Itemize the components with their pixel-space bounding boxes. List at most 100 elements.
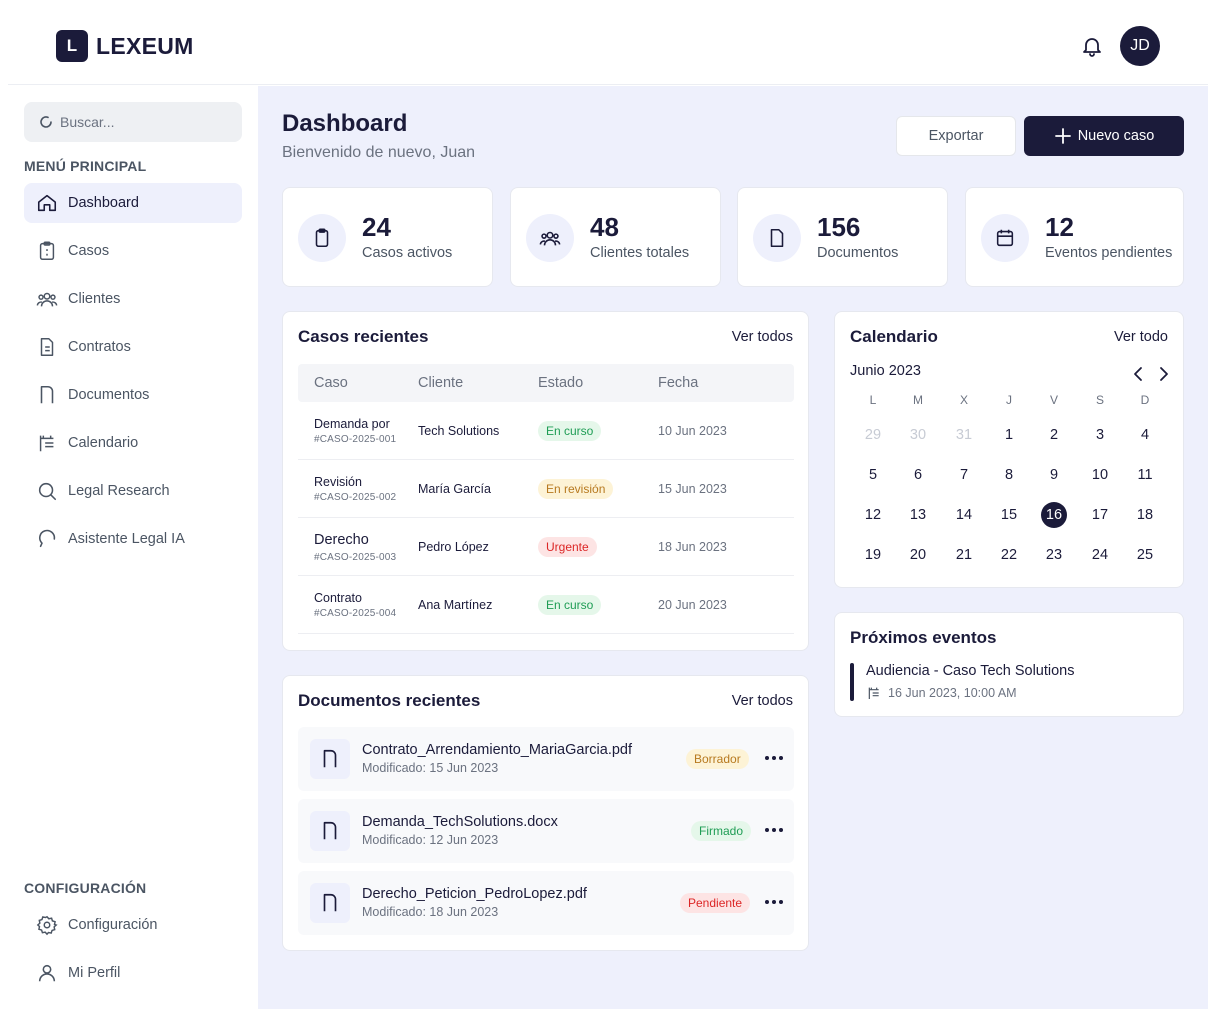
calendar-day[interactable]: 10: [1085, 462, 1115, 488]
calendar-day[interactable]: 21: [949, 542, 979, 568]
calendar-day[interactable]: 29: [858, 422, 888, 448]
stat-label: Documentos: [817, 245, 899, 261]
document-icon: [770, 228, 784, 248]
calendar-day[interactable]: 6: [903, 462, 933, 488]
case-name: Derecho: [314, 532, 369, 548]
stat-card-eventos[interactable]: 12 Eventos pendientes: [965, 187, 1184, 287]
sidebar-item-contratos[interactable]: Contratos: [24, 327, 242, 367]
home-icon: [37, 194, 57, 212]
more-options-icon[interactable]: [764, 824, 784, 836]
calendar-day[interactable]: 8: [994, 462, 1024, 488]
case-name: Demanda por: [314, 417, 390, 431]
document-row[interactable]: Demanda_TechSolutions.docx Modificado: 1…: [298, 799, 794, 863]
calendar-day[interactable]: 7: [949, 462, 979, 488]
calendar-day[interactable]: 12: [858, 502, 888, 528]
sidebar-item-label: Asistente Legal IA: [68, 531, 185, 547]
calendar-day[interactable]: 13: [903, 502, 933, 528]
sidebar-item-calendario[interactable]: Calendario: [24, 423, 242, 463]
case-id: #CASO-2025-001: [314, 434, 397, 445]
calendar-day[interactable]: 11: [1130, 462, 1160, 488]
stat-card-casos[interactable]: 24 Casos activos: [282, 187, 493, 287]
calendar-day[interactable]: 18: [1130, 502, 1160, 528]
calendar-day[interactable]: 19: [858, 542, 888, 568]
calendar-day[interactable]: 15: [994, 502, 1024, 528]
sidebar-item-label: Clientes: [68, 291, 121, 307]
calendar-view-all[interactable]: Ver todo: [1114, 329, 1168, 345]
document-name: Demanda_TechSolutions.docx: [362, 814, 558, 830]
stat-value: 156: [817, 212, 861, 242]
calendar-day[interactable]: 24: [1085, 542, 1115, 568]
case-client: María García: [418, 482, 491, 496]
case-date: 15 Jun 2023: [658, 482, 727, 496]
sidebar-item-documentos[interactable]: Documentos: [24, 375, 242, 415]
sidebar-item-label: Casos: [68, 243, 110, 259]
calendar-day[interactable]: 14: [949, 502, 979, 528]
document-row[interactable]: Contrato_Arrendamiento_MariaGarcia.pdf M…: [298, 727, 794, 791]
sidebar: Buscar... MENÚ PRINCIPAL Dashboard Casos…: [8, 86, 258, 1009]
table-row[interactable]: Derecho #CASO-2025-003 Pedro López Urgen…: [298, 518, 794, 576]
case-client: Ana Martínez: [418, 598, 493, 612]
document-row[interactable]: Derecho_Peticion_PedroLopez.pdf Modifica…: [298, 871, 794, 935]
event-title[interactable]: Audiencia - Caso Tech Solutions: [866, 663, 1075, 679]
calendar-day[interactable]: 2: [1039, 422, 1069, 448]
table-row[interactable]: Contrato #CASO-2025-004 Ana Martínez En …: [298, 576, 794, 634]
calendar-icon: [996, 229, 1014, 247]
calendar-day-today[interactable]: 16: [1041, 502, 1067, 528]
calendar-day[interactable]: 9: [1039, 462, 1069, 488]
sidebar-item-legal-research[interactable]: Legal Research: [24, 471, 242, 511]
users-icon: [539, 231, 561, 246]
case-client: Pedro López: [418, 540, 489, 554]
weekday-label: L: [869, 393, 877, 407]
chevron-right-icon[interactable]: [1156, 364, 1172, 384]
recent-cases-view-all[interactable]: Ver todos: [732, 329, 793, 345]
new-case-button[interactable]: Nuevo caso: [1024, 116, 1184, 156]
calendar-day[interactable]: 23: [1039, 542, 1069, 568]
column-header[interactable]: Fecha: [658, 375, 698, 391]
calendar-icon: [39, 435, 54, 452]
calendar-day[interactable]: 25: [1130, 542, 1160, 568]
sidebar-item-dashboard[interactable]: Dashboard: [24, 183, 242, 223]
recent-documents-view-all[interactable]: Ver todos: [732, 693, 793, 709]
column-header[interactable]: Estado: [538, 375, 583, 391]
sidebar-item-configuracion[interactable]: Configuración: [24, 905, 242, 945]
weekday-label: X: [959, 393, 968, 407]
calendar-day[interactable]: 20: [903, 542, 933, 568]
column-header[interactable]: Caso: [314, 375, 348, 391]
calendar-day[interactable]: 22: [994, 542, 1024, 568]
stat-card-clientes[interactable]: 48 Clientes totales: [510, 187, 721, 287]
calendar-month: Junio 2023: [850, 363, 921, 379]
recent-documents-title: Documentos recientes: [298, 691, 481, 710]
stat-icon-wrap: [298, 214, 346, 262]
weekday-label: M: [913, 393, 923, 407]
new-case-label: Nuevo caso: [1077, 128, 1155, 144]
column-header[interactable]: Cliente: [418, 375, 463, 391]
calendar-day[interactable]: 1: [994, 422, 1024, 448]
sidebar-item-asistente[interactable]: Asistente Legal IA: [24, 519, 242, 559]
weekday-label: V: [1049, 393, 1058, 407]
table-row[interactable]: Demanda por #CASO-2025-001 Tech Solution…: [298, 402, 794, 460]
search-placeholder: Buscar...: [60, 114, 115, 130]
sidebar-item-clientes[interactable]: Clientes: [24, 279, 242, 319]
sidebar-item-mi-perfil[interactable]: Mi Perfil: [24, 953, 242, 993]
export-button[interactable]: Exportar: [896, 116, 1016, 156]
sidebar-item-casos[interactable]: Casos: [24, 231, 242, 271]
calendar-day[interactable]: 31: [949, 422, 979, 448]
stat-card-documentos[interactable]: 156 Documentos: [737, 187, 948, 287]
sidebar-item-label: Calendario: [68, 435, 139, 451]
document-icon: [40, 385, 54, 404]
calendar-day[interactable]: 5: [858, 462, 888, 488]
logo[interactable]: L LEXEUM: [56, 30, 194, 62]
table-row[interactable]: Revisión #CASO-2025-002 María García En …: [298, 460, 794, 518]
search-input[interactable]: Buscar...: [24, 102, 242, 142]
document-name: Contrato_Arrendamiento_MariaGarcia.pdf: [362, 742, 632, 758]
calendar-day[interactable]: 3: [1085, 422, 1115, 448]
avatar[interactable]: JD: [1120, 26, 1160, 66]
chevron-left-icon[interactable]: [1130, 364, 1146, 384]
bell-icon[interactable]: [1080, 34, 1104, 58]
more-options-icon[interactable]: [764, 752, 784, 764]
calendar-day[interactable]: 30: [903, 422, 933, 448]
more-options-icon[interactable]: [764, 896, 784, 908]
calendar-day[interactable]: 17: [1085, 502, 1115, 528]
calendar-day[interactable]: 4: [1130, 422, 1160, 448]
main-menu-title: MENÚ PRINCIPAL: [24, 158, 147, 174]
